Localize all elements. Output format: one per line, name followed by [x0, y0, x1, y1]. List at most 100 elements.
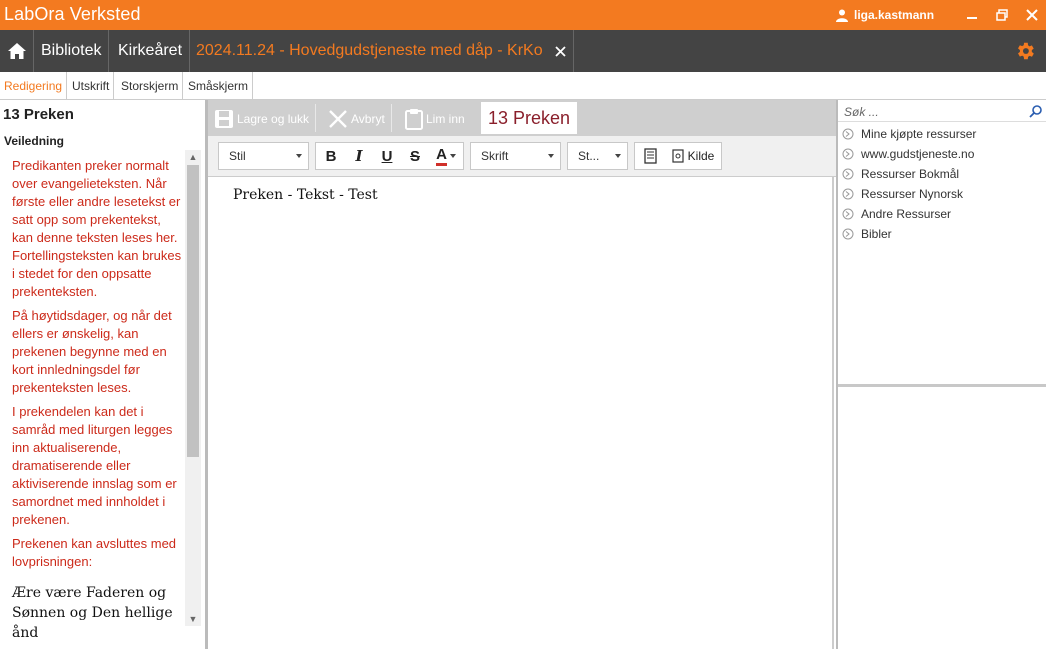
action-toolbar: Lagre og lukk Avbryt Lim inn 13 Preken	[208, 100, 836, 136]
search-placeholder: Søk ...	[844, 104, 879, 119]
scroll-thumb[interactable]	[187, 165, 199, 457]
cancel-button[interactable]: Avbryt	[328, 104, 385, 134]
pane-divider[interactable]	[838, 384, 1046, 387]
tab-large-screen[interactable]: Storskjerm	[117, 72, 184, 100]
strikethrough-button[interactable]: S	[402, 143, 428, 169]
list-item[interactable]: Bibler	[842, 224, 1042, 244]
title-bar: LabOra Verksted liga.kastmann	[0, 0, 1046, 30]
save-close-label: Lagre og lukk	[237, 112, 310, 126]
view-tabs: Redigering Utskrift Storskjerm Småskjerm	[0, 72, 1046, 100]
italic-button[interactable]: I	[346, 143, 372, 169]
paste-label: Lim inn	[426, 112, 465, 126]
user-icon	[836, 9, 848, 22]
guidance-text: Predikanten preker normalt over evangeli…	[12, 157, 182, 643]
maximize-button[interactable]	[992, 5, 1012, 25]
cancel-icon	[329, 110, 347, 128]
list-item[interactable]: Andre Ressurser	[842, 204, 1042, 224]
text-color-label: A	[436, 146, 447, 166]
chevron-down-icon	[615, 154, 621, 158]
style-dropdown-value: Stil	[229, 149, 246, 163]
arrow-circle-icon	[842, 208, 854, 220]
save-close-button[interactable]: Lagre og lukk	[214, 104, 309, 134]
scroll-up-icon[interactable]: ▲	[185, 150, 201, 164]
editor-pane: Lagre og lukk Avbryt Lim inn 13 Preken S…	[208, 100, 836, 649]
editor-content[interactable]: Preken - Tekst - Test	[233, 187, 378, 203]
arrow-circle-icon	[842, 188, 854, 200]
list-item-label: www.gudstjeneste.no	[861, 147, 975, 161]
home-icon	[7, 43, 26, 59]
guidance-paragraph: I prekendelen kan det i samråd med litur…	[12, 404, 177, 527]
source-icon	[672, 149, 684, 163]
tab-editing[interactable]: Redigering	[0, 72, 68, 100]
list-item-label: Bibler	[861, 227, 892, 241]
current-section-label: 13 Preken	[481, 102, 578, 134]
guidance-paragraph: På høytidsdager, og når det ellers er øn…	[12, 308, 172, 395]
nav-church-year[interactable]: Kirkeåret	[111, 30, 191, 72]
close-document-button[interactable]	[554, 45, 566, 57]
toolbar-divider	[391, 104, 392, 132]
nav-library[interactable]: Bibliotek	[34, 30, 110, 72]
scroll-down-icon[interactable]: ▼	[185, 612, 201, 626]
minimize-button[interactable]	[962, 5, 982, 25]
source-button[interactable]: Kilde	[667, 143, 719, 169]
font-dropdown[interactable]: Skrift	[470, 142, 561, 170]
toolbar-divider	[315, 104, 316, 132]
chevron-down-icon	[296, 154, 302, 158]
list-item-label: Ressurser Nynorsk	[861, 187, 964, 201]
tab-print[interactable]: Utskrift	[68, 72, 115, 100]
doxology-text: Ære være Faderen og Sønnen og Den hellig…	[12, 585, 173, 641]
arrow-circle-icon	[842, 148, 854, 160]
arrow-circle-icon	[842, 128, 854, 140]
app-title: LabOra Verksted	[4, 4, 141, 24]
guidance-pane: 13 Preken Veiledning Predikanten preker …	[0, 100, 208, 649]
format-toolbar: Stil B I U S A Skrift St... Kilde	[208, 136, 836, 177]
font-dropdown-value: Skrift	[481, 149, 509, 163]
list-item[interactable]: Ressurser Bokmål	[842, 164, 1042, 184]
search-icon[interactable]	[1029, 105, 1042, 118]
gear-icon[interactable]	[1014, 40, 1036, 62]
restore-icon	[996, 9, 1008, 21]
text-color-button[interactable]: A	[430, 143, 462, 169]
tab-small-screen[interactable]: Småskjerm	[184, 72, 254, 100]
section-title: 13 Preken	[3, 106, 74, 123]
arrow-circle-icon	[842, 228, 854, 240]
save-icon	[215, 110, 233, 128]
list-item[interactable]: Ressurser Nynorsk	[842, 184, 1042, 204]
list-item-label: Mine kjøpte ressurser	[861, 127, 977, 141]
insert-group: Kilde	[634, 142, 722, 170]
source-label: Kilde	[687, 149, 715, 163]
nav-bar: Bibliotek Kirkeåret 2024.11.24 - Hovedgu…	[0, 30, 1046, 72]
arrow-circle-icon	[842, 168, 854, 180]
guidance-scrollbar[interactable]: ▲ ▼	[185, 150, 201, 626]
style-dropdown[interactable]: Stil	[218, 142, 309, 170]
chevron-down-icon	[548, 154, 554, 158]
chevron-down-icon	[449, 154, 456, 158]
resource-search-input[interactable]: Søk ...	[838, 102, 1046, 122]
size-dropdown[interactable]: St...	[567, 142, 628, 170]
list-item[interactable]: Mine kjøpte ressurser	[842, 124, 1042, 144]
insert-block-button[interactable]	[639, 143, 663, 169]
minimize-icon	[967, 17, 977, 19]
home-button[interactable]	[0, 30, 34, 72]
close-icon	[554, 45, 566, 57]
document-title: 2024.11.24 - Hovedgudstjeneste med dåp -…	[196, 42, 543, 59]
size-dropdown-value: St...	[578, 149, 600, 163]
text-format-group: B I U S A	[315, 142, 464, 170]
resource-list: Mine kjøpte ressurser www.gudstjeneste.n…	[842, 124, 1042, 244]
list-item[interactable]: www.gudstjeneste.no	[842, 144, 1042, 164]
user-name: liga.kastmann	[854, 8, 935, 22]
resource-pane: Søk ... Mine kjøpte ressurser www.gudstj…	[836, 100, 1046, 649]
underline-button[interactable]: U	[374, 143, 400, 169]
text-editor[interactable]: Preken - Tekst - Test	[208, 177, 834, 649]
bold-button[interactable]: B	[318, 143, 344, 169]
user-menu[interactable]: liga.kastmann	[836, 8, 934, 22]
guidance-paragraph: Predikanten preker normalt over evangeli…	[12, 158, 182, 299]
close-window-button[interactable]	[1022, 5, 1042, 25]
document-icon	[644, 148, 657, 164]
paste-button[interactable]: Lim inn	[405, 104, 465, 134]
list-item-label: Ressurser Bokmål	[861, 167, 960, 181]
guidance-paragraph: Prekenen kan avsluttes med lovprisningen…	[12, 536, 177, 569]
nav-document-tab[interactable]: 2024.11.24 - Hovedgudstjeneste med dåp -…	[189, 30, 574, 72]
clipboard-icon	[405, 109, 423, 130]
cancel-label: Avbryt	[351, 112, 385, 126]
